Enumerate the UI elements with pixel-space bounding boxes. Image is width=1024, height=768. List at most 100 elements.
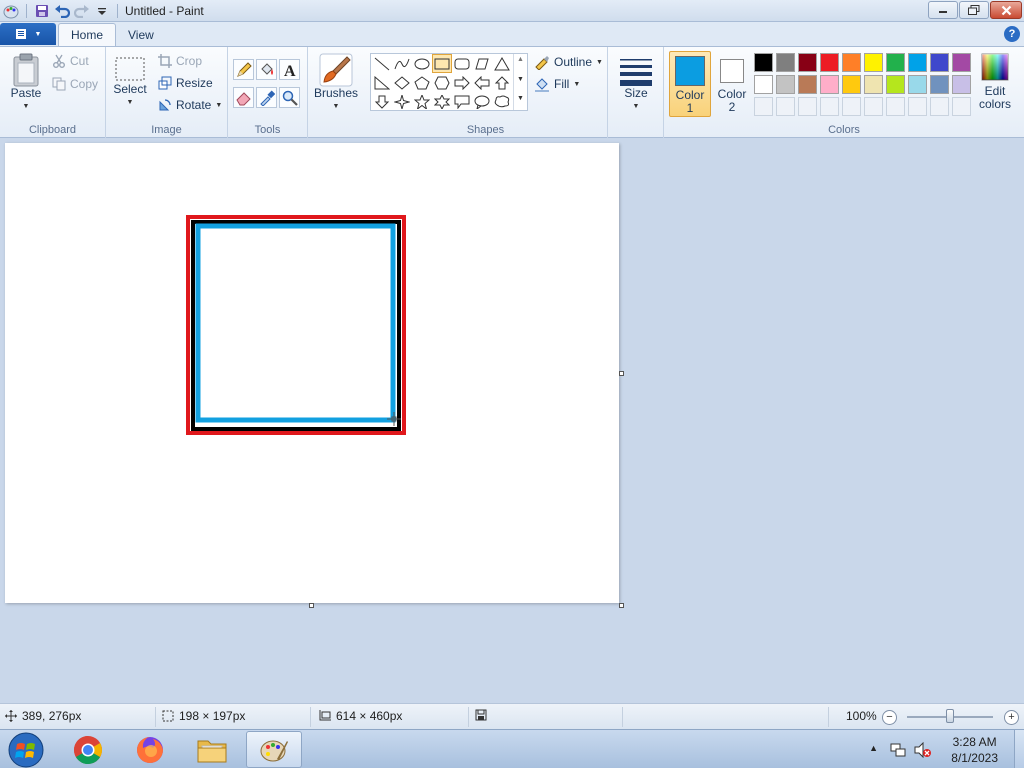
color1-button[interactable]: Color 1: [669, 51, 711, 117]
diamond-shape-icon[interactable]: [392, 73, 412, 92]
four-point-star-shape-icon[interactable]: [392, 92, 412, 111]
palette-custom-slot[interactable]: [842, 97, 861, 116]
palette-color-swatch[interactable]: [930, 53, 949, 72]
rect-callout-shape-icon[interactable]: [452, 92, 472, 111]
cloud-callout-shape-icon[interactable]: [492, 92, 512, 111]
up-arrow-shape-icon[interactable]: [492, 73, 512, 92]
resize-button[interactable]: Resize: [158, 76, 213, 90]
palette-color-swatch[interactable]: [886, 53, 905, 72]
crop-button[interactable]: Crop: [158, 54, 202, 68]
palette-color-swatch[interactable]: [798, 75, 817, 94]
palette-color-swatch[interactable]: [952, 75, 971, 94]
palette-custom-slot[interactable]: [820, 97, 839, 116]
palette-color-swatch[interactable]: [820, 53, 839, 72]
taskbar-clock[interactable]: 3:28 AM 8/1/2023: [951, 734, 998, 766]
expand-gallery-icon[interactable]: ▼: [517, 95, 524, 102]
fill-button[interactable]: Fill ▼: [534, 76, 580, 92]
palette-color-swatch[interactable]: [930, 75, 949, 94]
volume-muted-icon[interactable]: [914, 742, 932, 758]
line-shape-icon[interactable]: [372, 54, 392, 73]
triangle-shape-icon[interactable]: [492, 54, 512, 73]
canvas-workspace[interactable]: [0, 138, 1024, 703]
palette-color-swatch[interactable]: [908, 75, 927, 94]
six-point-star-shape-icon[interactable]: [432, 92, 452, 111]
scroll-up-icon[interactable]: ▲: [517, 56, 524, 63]
taskbar-chrome[interactable]: [60, 731, 116, 768]
palette-color-swatch[interactable]: [798, 53, 817, 72]
customize-qat-icon[interactable]: [93, 2, 111, 20]
brushes-button[interactable]: Brushes ▼: [312, 53, 360, 113]
select-button[interactable]: Select ▼: [112, 55, 148, 109]
polygon-shape-icon[interactable]: [472, 54, 492, 73]
oval-shape-icon[interactable]: [412, 54, 432, 73]
curve-shape-icon[interactable]: [392, 54, 412, 73]
resize-handle-right[interactable]: [619, 371, 624, 376]
outline-button[interactable]: Outline ▼: [534, 54, 603, 70]
copy-button[interactable]: Copy: [52, 77, 98, 91]
palette-custom-slot[interactable]: [864, 97, 883, 116]
right-triangle-shape-icon[interactable]: [372, 73, 392, 92]
palette-color-swatch[interactable]: [754, 53, 773, 72]
minimize-button[interactable]: [928, 1, 958, 19]
palette-custom-slot[interactable]: [798, 97, 817, 116]
resize-handle-bottom[interactable]: [309, 603, 314, 608]
resize-handle-corner[interactable]: [619, 603, 624, 608]
palette-color-swatch[interactable]: [864, 75, 883, 94]
start-button[interactable]: [4, 731, 48, 768]
show-desktop-button[interactable]: [1014, 730, 1024, 768]
down-arrow-shape-icon[interactable]: [372, 92, 392, 111]
save-icon[interactable]: [33, 2, 51, 20]
zoom-in-button[interactable]: +: [1004, 710, 1019, 725]
eraser-tool[interactable]: [233, 87, 254, 108]
tab-view[interactable]: View: [116, 23, 166, 46]
zoom-out-button[interactable]: −: [882, 710, 897, 725]
taskbar-firefox[interactable]: [122, 731, 178, 768]
rounded-rectangle-shape-icon[interactable]: [452, 54, 472, 73]
palette-color-swatch[interactable]: [886, 75, 905, 94]
size-button[interactable]: Size ▼: [616, 53, 656, 113]
right-arrow-shape-icon[interactable]: [452, 73, 472, 92]
palette-color-swatch[interactable]: [842, 75, 861, 94]
palette-color-swatch[interactable]: [820, 75, 839, 94]
rotate-button[interactable]: Rotate ▼: [158, 98, 222, 112]
redo-icon[interactable]: [73, 2, 91, 20]
taskbar-file-explorer[interactable]: [184, 731, 240, 768]
paste-button[interactable]: Paste ▼: [6, 53, 46, 113]
edit-colors-button[interactable]: Edit colors: [974, 53, 1016, 111]
fill-tool[interactable]: [256, 59, 277, 80]
text-tool[interactable]: A: [279, 59, 300, 80]
pentagon-shape-icon[interactable]: [412, 73, 432, 92]
palette-color-swatch[interactable]: [776, 53, 795, 72]
palette-color-swatch[interactable]: [864, 53, 883, 72]
file-menu-button[interactable]: ▼: [0, 23, 56, 45]
palette-custom-slot[interactable]: [930, 97, 949, 116]
color-picker-tool[interactable]: [256, 87, 277, 108]
palette-custom-slot[interactable]: [886, 97, 905, 116]
palette-custom-slot[interactable]: [952, 97, 971, 116]
taskbar-paint[interactable]: [246, 731, 302, 768]
color2-button[interactable]: Color 2: [713, 51, 751, 117]
rectangle-shape-icon[interactable]: [432, 54, 452, 73]
restore-button[interactable]: [959, 1, 989, 19]
palette-custom-slot[interactable]: [908, 97, 927, 116]
shapes-scrollbar[interactable]: ▲ ▼ ▼: [513, 54, 527, 110]
paint-app-icon[interactable]: [2, 2, 20, 20]
palette-color-swatch[interactable]: [842, 53, 861, 72]
palette-color-swatch[interactable]: [952, 53, 971, 72]
left-arrow-shape-icon[interactable]: [472, 73, 492, 92]
zoom-slider-thumb[interactable]: [946, 709, 954, 723]
hexagon-shape-icon[interactable]: [432, 73, 452, 92]
palette-color-swatch[interactable]: [754, 75, 773, 94]
cut-button[interactable]: Cut: [52, 54, 89, 68]
palette-custom-slot[interactable]: [754, 97, 773, 116]
close-button[interactable]: [990, 1, 1022, 19]
drawing-canvas[interactable]: [5, 143, 619, 603]
tab-home[interactable]: Home: [58, 23, 117, 46]
magnifier-tool[interactable]: [279, 87, 300, 108]
palette-custom-slot[interactable]: [776, 97, 795, 116]
scroll-down-icon[interactable]: ▼: [517, 76, 524, 83]
show-hidden-icons-icon[interactable]: ▲: [869, 743, 878, 753]
pencil-tool[interactable]: [233, 59, 254, 80]
palette-color-swatch[interactable]: [776, 75, 795, 94]
undo-icon[interactable]: [53, 2, 71, 20]
